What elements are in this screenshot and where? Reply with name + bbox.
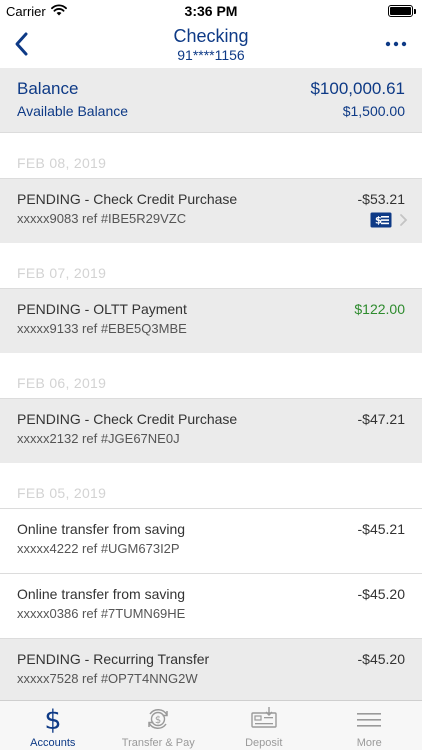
menu-icon — [357, 713, 382, 727]
transfer-icon: $ — [148, 709, 168, 729]
deposit-check-icon — [251, 707, 277, 728]
svg-text:$: $ — [44, 705, 61, 733]
transaction-amount: -$45.21 — [357, 521, 405, 537]
transaction-reference: xxxxx2132 ref #JGE67NE0J — [17, 431, 180, 446]
date-header: FEB 06, 2019 — [0, 353, 422, 398]
tab-transfer-pay[interactable]: $ Transfer & Pay — [106, 701, 212, 750]
transaction-amount: -$45.20 — [357, 651, 405, 667]
navigation-bar: Checking 91****1156 — [0, 22, 422, 66]
page-title: Checking — [173, 26, 249, 46]
transaction-reference: xxxxx9133 ref #EBE5Q3MBE — [17, 321, 187, 336]
account-number: 91****1156 — [177, 47, 245, 63]
transaction-amount: -$45.20 — [357, 586, 405, 602]
date-header: FEB 05, 2019 — [0, 463, 422, 508]
tab-deposit[interactable]: Deposit — [211, 701, 317, 750]
tab-label: Transfer & Pay — [121, 737, 195, 749]
transaction-row[interactable]: Online transfer from saving xxxxx0386 re… — [0, 573, 422, 638]
transaction-description: Online transfer from saving — [17, 521, 186, 537]
transaction-row[interactable]: PENDING - Recurring Transfer xxxxx7528 r… — [0, 638, 422, 700]
account-title-block: Checking 91****1156 — [0, 25, 422, 63]
balance-value: $100,000.61 — [310, 79, 405, 98]
transaction-list[interactable]: FEB 08, 2019 PENDING - Check Credit Purc… — [0, 133, 422, 700]
more-dots-icon[interactable] — [384, 34, 408, 54]
available-balance-value: $1,500.00 — [342, 103, 405, 119]
transaction-amount: $122.00 — [354, 301, 405, 317]
transaction-row[interactable]: PENDING - Check Credit Purchase xxxxx908… — [0, 178, 422, 243]
tab-more[interactable]: More — [317, 701, 422, 750]
transaction-description: PENDING - OLTT Payment — [17, 301, 187, 317]
transaction-reference: xxxxx4222 ref #UGM673I2P — [17, 541, 180, 556]
tab-label: Accounts — [30, 737, 76, 749]
transaction-row[interactable]: PENDING - OLTT Payment xxxxx9133 ref #EB… — [0, 288, 422, 353]
transaction-reference: xxxxx7528 ref #OP7T4NNG2W — [17, 671, 198, 686]
available-balance-label: Available Balance — [17, 103, 129, 119]
tab-accounts[interactable]: $ Accounts — [0, 701, 106, 750]
transaction-description: Online transfer from saving — [17, 586, 186, 602]
transaction-row[interactable]: PENDING - Check Credit Purchase xxxxx213… — [0, 398, 422, 463]
transaction-description: PENDING - Check Credit Purchase — [17, 191, 238, 207]
balance-summary: Balance $100,000.61 Available Balance $1… — [0, 68, 422, 133]
svg-text:$: $ — [155, 715, 161, 726]
transaction-row[interactable]: Online transfer from saving xxxxx4222 re… — [0, 508, 422, 573]
transaction-description: PENDING - Recurring Transfer — [17, 651, 210, 667]
transaction-amount: -$47.21 — [357, 411, 405, 427]
tab-label: More — [356, 737, 382, 749]
tab-bar: $ Accounts $ Transfer & Pay Deposit More — [0, 700, 422, 750]
dollar-icon: $ — [44, 705, 61, 733]
battery-icon — [388, 5, 416, 17]
transaction-reference: xxxxx9083 ref #IBE5R29VZC — [17, 211, 187, 226]
date-header: FEB 08, 2019 — [0, 133, 422, 178]
status-bar: Carrier 3:36 PM — [0, 0, 422, 22]
transaction-amount: -$53.21 — [357, 191, 405, 207]
tab-label: Deposit — [245, 737, 283, 749]
date-header: FEB 07, 2019 — [0, 243, 422, 288]
chevron-right-icon — [400, 214, 408, 226]
clock: 3:36 PM — [184, 3, 238, 19]
check-image-icon[interactable]: $ — [370, 212, 392, 228]
transaction-reference: xxxxx0386 ref #7TUMN69HE — [17, 606, 186, 621]
transaction-description: PENDING - Check Credit Purchase — [17, 411, 238, 427]
balance-label: Balance — [17, 79, 79, 98]
svg-text:$: $ — [375, 216, 382, 227]
